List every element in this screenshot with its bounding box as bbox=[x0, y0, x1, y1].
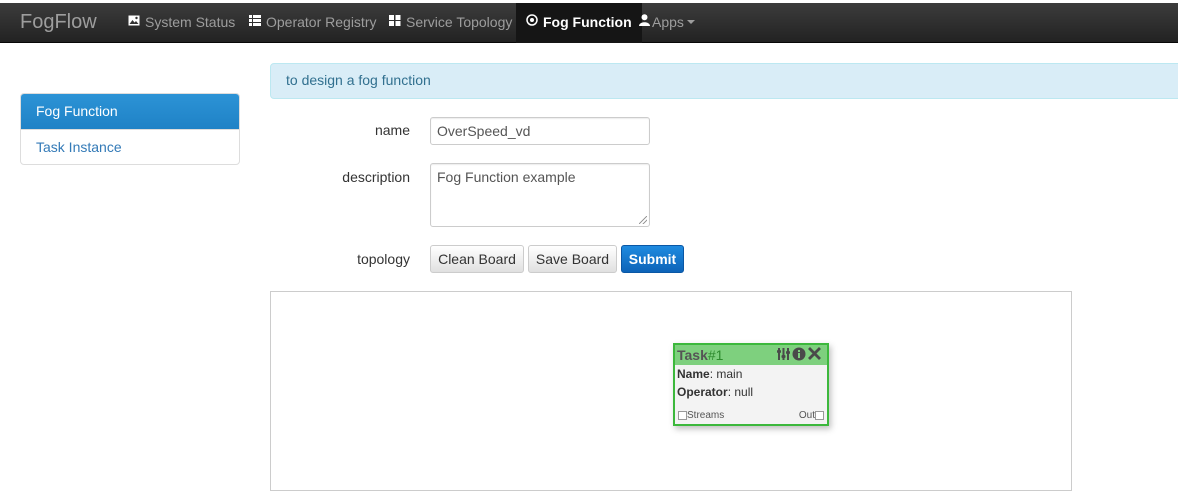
user-icon bbox=[639, 2, 650, 40]
info-alert: to design a fog function bbox=[270, 63, 1178, 99]
nav-fog-function[interactable]: Fog Function bbox=[516, 3, 642, 43]
clean-board-button[interactable]: Clean Board bbox=[430, 245, 524, 273]
target-icon bbox=[526, 2, 538, 40]
input-port-label: Streams bbox=[687, 410, 725, 421]
nav-service-topology[interactable]: Service Topology bbox=[389, 3, 512, 43]
design-board[interactable] bbox=[270, 291, 1072, 491]
task-node-tools bbox=[777, 346, 825, 364]
output-port-checkbox[interactable] bbox=[815, 410, 824, 420]
close-icon[interactable] bbox=[808, 347, 821, 360]
task-node-title: Task bbox=[677, 347, 708, 363]
sidebar-item-fog-function[interactable]: Fog Function bbox=[21, 94, 239, 129]
input-port-checkbox[interactable] bbox=[678, 410, 687, 420]
resize-grip-icon[interactable] bbox=[639, 216, 647, 224]
nav-label: Fog Function bbox=[543, 14, 632, 30]
info-icon[interactable] bbox=[792, 347, 806, 361]
task-node-operator-row: Operator: null bbox=[675, 383, 827, 401]
task-node-name-value: : main bbox=[709, 367, 743, 381]
submit-button[interactable]: Submit bbox=[621, 245, 684, 273]
nav-system-status[interactable]: System Status bbox=[128, 3, 235, 43]
topology-label: topology bbox=[357, 251, 410, 267]
task-node-name-row: Name: main bbox=[675, 365, 827, 383]
task-node[interactable]: Task#1 Name: main Operator: null Streams… bbox=[673, 343, 829, 426]
nav-label: Apps bbox=[652, 14, 684, 30]
settings-sliders-icon[interactable] bbox=[777, 348, 790, 360]
description-label: description bbox=[342, 169, 410, 185]
task-node-operator-value: : null bbox=[727, 385, 754, 399]
description-text: Fog Function example bbox=[437, 169, 576, 185]
navbar: FogFlow System Status Operator Registry … bbox=[0, 3, 1178, 43]
task-node-output-port[interactable]: Out bbox=[799, 410, 824, 421]
sidebar-item-task-instance[interactable]: Task Instance bbox=[21, 129, 239, 164]
name-field[interactable]: OverSpeed_vd bbox=[430, 117, 650, 145]
task-node-name-key: Name bbox=[677, 367, 710, 381]
task-node-operator-key: Operator bbox=[677, 385, 728, 399]
list-icon bbox=[249, 2, 261, 40]
chevron-down-icon bbox=[686, 20, 695, 25]
save-board-button[interactable]: Save Board bbox=[528, 245, 617, 273]
picture-icon bbox=[128, 2, 140, 40]
task-node-header[interactable]: Task#1 bbox=[675, 345, 827, 365]
nav-label: Operator Registry bbox=[266, 14, 377, 30]
nav-apps-dropdown[interactable]: Apps bbox=[639, 3, 695, 43]
nav-label: Service Topology bbox=[406, 14, 513, 30]
name-label: name bbox=[374, 122, 410, 138]
brand-logo[interactable]: FogFlow bbox=[20, 3, 97, 43]
output-port-label: Out bbox=[798, 410, 815, 421]
sidebar: Fog Function Task Instance bbox=[20, 93, 240, 165]
task-node-toolbar-icons bbox=[777, 347, 821, 361]
description-field[interactable]: Fog Function example bbox=[430, 163, 650, 227]
grid-icon bbox=[389, 2, 401, 40]
task-node-number: #1 bbox=[707, 347, 724, 363]
nav-operator-registry[interactable]: Operator Registry bbox=[249, 3, 376, 43]
nav-label: System Status bbox=[145, 14, 236, 30]
task-node-input-port[interactable]: Streams bbox=[678, 410, 724, 421]
